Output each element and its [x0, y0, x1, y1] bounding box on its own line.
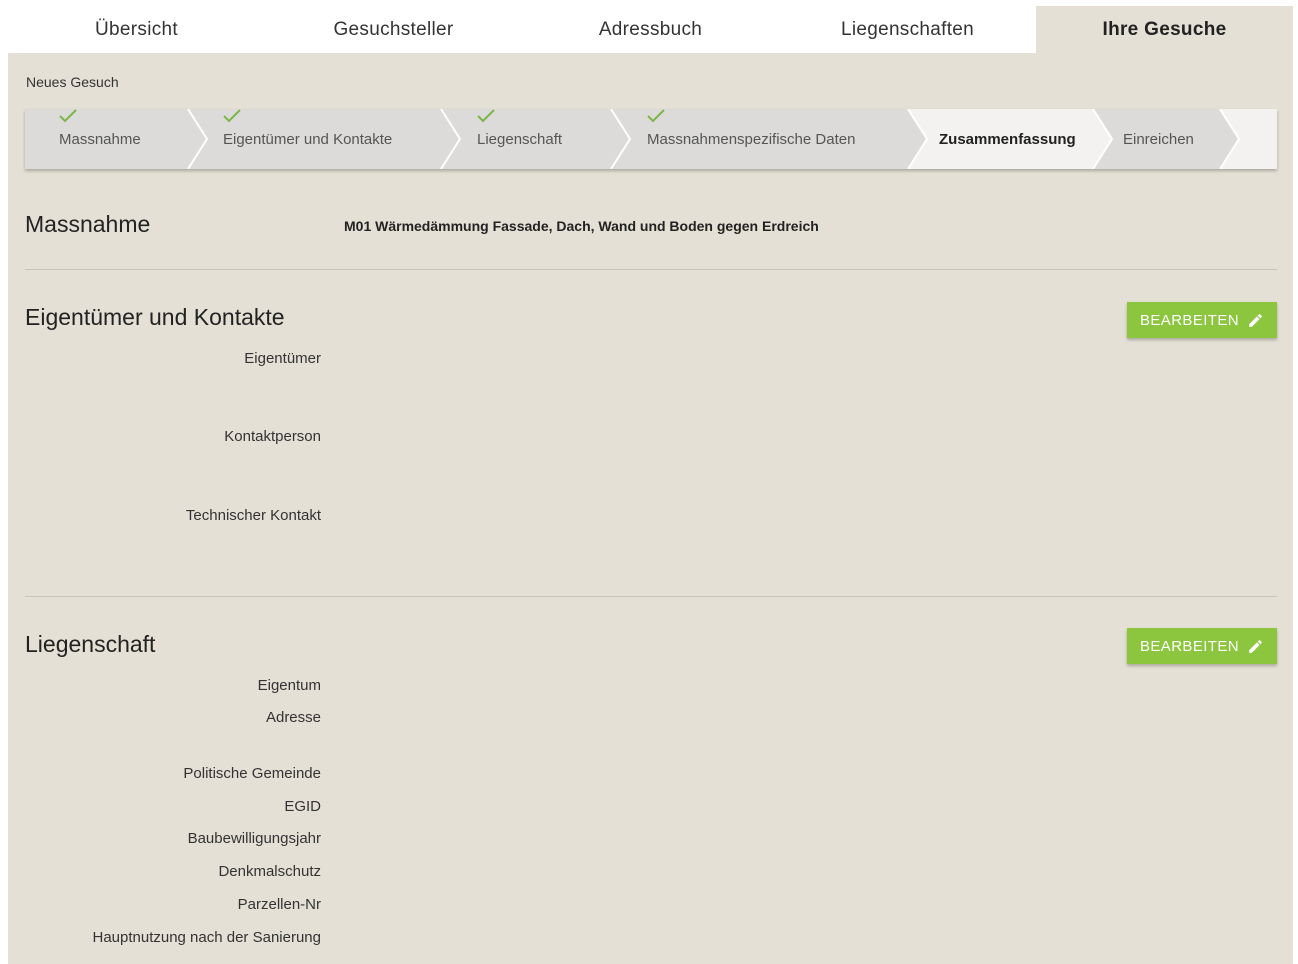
- step-massnahmenspezifische-daten[interactable]: Massnahmenspezifische Daten: [647, 109, 855, 169]
- tab-gesuchsteller[interactable]: Gesuchsteller: [265, 6, 522, 53]
- pencil-icon: [1249, 639, 1262, 653]
- edit-button-label: BEARBEITEN: [1139, 311, 1240, 329]
- step-eigentuemer-kontakte[interactable]: Eigentümer und Kontakte: [223, 109, 392, 169]
- step-label-text: Massnahme: [59, 130, 141, 148]
- edit-liegenschaft-button[interactable]: BEARBEITEN: [1127, 628, 1277, 664]
- step-label-text: Einreichen: [1123, 130, 1194, 148]
- main-content: Neues Gesuch Massnahme Eigentümer und Ko…: [8, 53, 1293, 964]
- edit-button-label: BEARBEITEN: [1139, 637, 1240, 655]
- pencil-icon: [1249, 313, 1262, 327]
- field-label-hauptnutzung: Hauptnutzung nach der Sanierung: [92, 929, 321, 946]
- tab-liegenschaften[interactable]: Liegenschaften: [779, 6, 1036, 53]
- field-label-eigentuemer: Eigentümer: [244, 350, 321, 367]
- top-navigation: Übersicht Gesuchsteller Adressbuch Liege…: [8, 6, 1293, 53]
- massnahme-value: M01 Wärmedämmung Fassade, Dach, Wand und…: [344, 218, 819, 234]
- field-label-denkmalschutz: Denkmalschutz: [218, 863, 321, 880]
- breadcrumb: Neues Gesuch: [26, 74, 119, 90]
- field-label-kontaktperson: Kontaktperson: [224, 428, 321, 445]
- step-massnahme[interactable]: Massnahme: [59, 109, 141, 169]
- check-icon: [223, 109, 241, 123]
- wizard-stepper: Massnahme Eigentümer und Kontakte Liegen…: [25, 109, 1277, 169]
- step-label-text: Massnahmenspezifische Daten: [647, 130, 856, 148]
- step-label-text: Liegenschaft: [477, 130, 563, 148]
- step-liegenschaft[interactable]: Liegenschaft: [477, 109, 562, 169]
- field-label-adresse: Adresse: [265, 709, 321, 726]
- section-divider: [25, 269, 1277, 270]
- section-title-kontakte: Eigentümer und Kontakte: [25, 304, 285, 330]
- edit-kontakte-button[interactable]: BEARBEITEN: [1127, 302, 1277, 338]
- field-label-politische-gemeinde: Politische Gemeinde: [183, 765, 321, 782]
- check-icon: [477, 109, 495, 123]
- field-label-egid: EGID: [284, 798, 321, 815]
- section-divider: [25, 596, 1277, 597]
- step-einreichen[interactable]: Einreichen: [1123, 109, 1194, 169]
- step-label-text: Eigentümer und Kontakte: [223, 130, 393, 148]
- field-label-eigentum: Eigentum: [257, 677, 321, 694]
- tab-adressbuch[interactable]: Adressbuch: [522, 6, 779, 53]
- section-title-massnahme: Massnahme: [25, 211, 151, 237]
- tab-ihre-gesuche[interactable]: Ihre Gesuche: [1036, 6, 1293, 53]
- field-label-baubewilligungsjahr: Baubewilligungsjahr: [187, 830, 321, 847]
- check-icon: [59, 109, 77, 123]
- check-icon: [647, 109, 665, 123]
- step-label-text: Zusammenfassung: [939, 130, 1076, 148]
- field-label-technischer-kontakt: Technischer Kontakt: [185, 507, 321, 524]
- tab-uebersicht[interactable]: Übersicht: [8, 6, 265, 53]
- section-title-liegenschaft: Liegenschaft: [25, 631, 156, 657]
- field-label-parzellen-nr: Parzellen-Nr: [237, 896, 321, 913]
- step-zusammenfassung[interactable]: Zusammenfassung: [939, 109, 1076, 169]
